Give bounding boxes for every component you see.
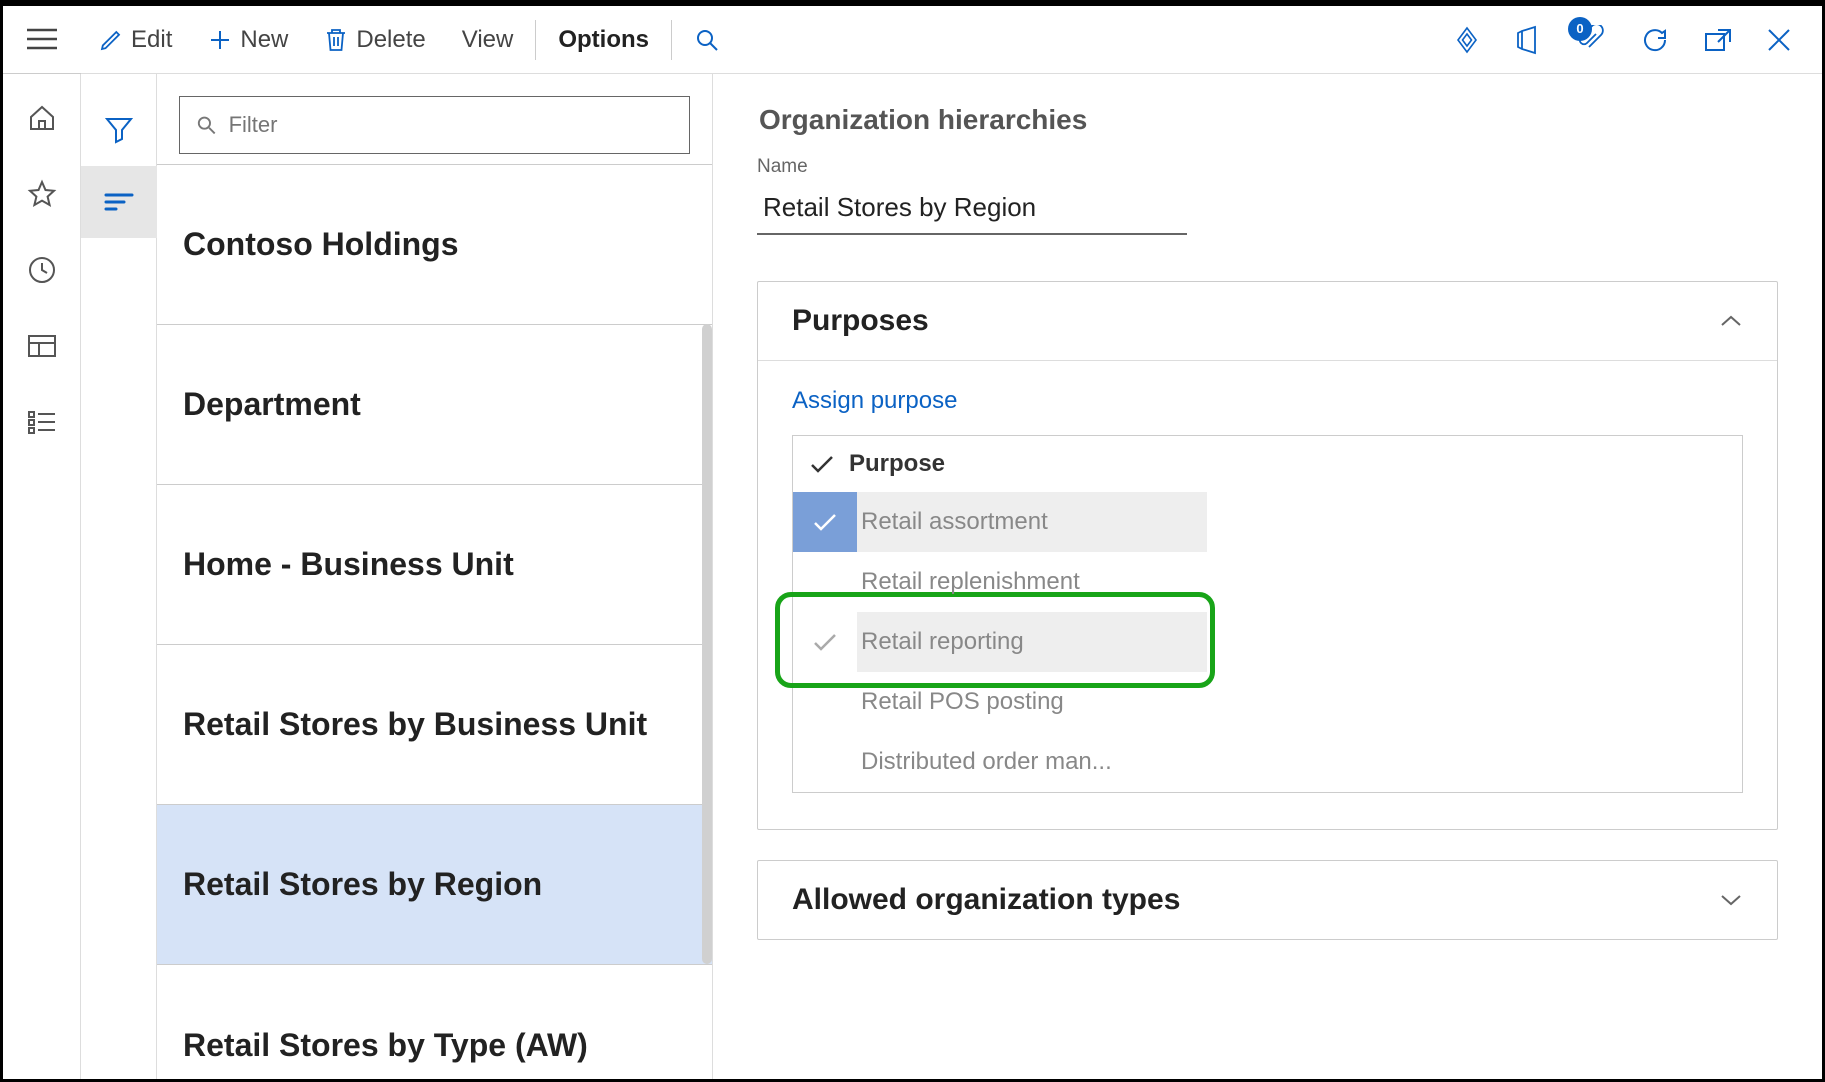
- new-label: New: [240, 26, 288, 54]
- close-button[interactable]: [1766, 27, 1792, 53]
- power-apps-icon: [1452, 25, 1482, 55]
- nav-home[interactable]: [18, 94, 66, 142]
- sort-pane-button[interactable]: [81, 166, 157, 238]
- list-item-label: Department: [183, 386, 361, 423]
- plus-icon: [208, 28, 232, 52]
- list-item[interactable]: Retail Stores by Region: [157, 805, 712, 965]
- filter-pane-button[interactable]: [81, 94, 157, 166]
- list-item[interactable]: Department: [157, 325, 712, 485]
- options-label: Options: [558, 26, 649, 54]
- office-icon: [1516, 25, 1542, 55]
- power-apps-button[interactable]: [1452, 25, 1482, 55]
- purposes-header[interactable]: Purposes: [758, 282, 1777, 360]
- record-list-panel: Contoso Holdings Department Home - Busin…: [157, 74, 713, 1079]
- purposes-grid: Purpose Retail assortment Retail repleni…: [792, 435, 1743, 793]
- grid-row[interactable]: Retail POS posting: [793, 672, 1742, 732]
- view-label: View: [462, 26, 514, 54]
- grid-row[interactable]: Retail assortment: [793, 492, 1742, 552]
- purpose-label: Retail reporting: [857, 628, 1024, 656]
- hamburger-button[interactable]: [3, 6, 81, 74]
- options-button[interactable]: Options: [540, 6, 667, 74]
- filter-input[interactable]: [227, 111, 673, 139]
- chevron-down-icon: [1719, 892, 1743, 908]
- record-list: Contoso Holdings Department Home - Busin…: [157, 164, 712, 1079]
- separator: [671, 20, 672, 60]
- popout-button[interactable]: [1704, 28, 1732, 52]
- edit-button[interactable]: Edit: [81, 6, 190, 74]
- command-bar: Edit New Delete View Options: [3, 6, 1822, 74]
- refresh-icon: [1640, 25, 1670, 55]
- home-icon: [27, 103, 57, 133]
- attachments-button[interactable]: 0: [1576, 25, 1606, 55]
- check-icon: [812, 632, 838, 652]
- nav-recent[interactable]: [18, 246, 66, 294]
- clock-icon: [27, 255, 57, 285]
- attachments-badge: 0: [1568, 17, 1592, 41]
- check-icon: [809, 454, 835, 474]
- nav-workspaces[interactable]: [18, 322, 66, 370]
- search-icon: [196, 114, 217, 136]
- list-item[interactable]: Retail Stores by Type (AW): [157, 965, 712, 1079]
- check-icon: [812, 512, 838, 532]
- list-item-label: Retail Stores by Region: [183, 866, 542, 903]
- delete-label: Delete: [356, 26, 425, 54]
- purpose-label: Retail replenishment: [857, 568, 1080, 596]
- purpose-column-header[interactable]: Purpose: [849, 450, 945, 478]
- funnel-icon: [104, 115, 134, 145]
- chevron-up-icon: [1719, 313, 1743, 329]
- grid-header-row: Purpose: [793, 436, 1742, 492]
- sort-icon: [104, 191, 134, 213]
- grid-row[interactable]: Retail reporting: [793, 612, 1742, 672]
- separator: [535, 20, 536, 60]
- allowed-types-title: Allowed organization types: [792, 883, 1180, 917]
- purposes-title: Purposes: [792, 304, 929, 338]
- list-item[interactable]: Retail Stores by Business Unit: [157, 645, 712, 805]
- purposes-section: Purposes Assign purpose Purpose Retail a…: [757, 281, 1778, 830]
- edit-label: Edit: [131, 26, 172, 54]
- find-button[interactable]: [676, 6, 738, 74]
- list-item[interactable]: Contoso Holdings: [157, 165, 712, 325]
- hamburger-icon: [27, 27, 57, 51]
- scrollbar[interactable]: [702, 324, 712, 964]
- popout-icon: [1704, 28, 1732, 52]
- workspace-icon: [27, 334, 57, 358]
- assign-purpose-link[interactable]: Assign purpose: [792, 387, 957, 414]
- allowed-types-header[interactable]: Allowed organization types: [758, 861, 1777, 939]
- list-item-label: Contoso Holdings: [183, 226, 459, 263]
- modules-icon: [27, 410, 57, 434]
- nav-rail: [3, 74, 81, 1079]
- office-button[interactable]: [1516, 25, 1542, 55]
- purpose-label: Retail assortment: [857, 508, 1048, 536]
- list-item-label: Retail Stores by Type (AW): [183, 1027, 588, 1064]
- delete-button[interactable]: Delete: [306, 6, 443, 74]
- trash-icon: [324, 27, 348, 53]
- view-button[interactable]: View: [444, 6, 532, 74]
- detail-panel: Organization hierarchies Name Retail Sto…: [713, 74, 1822, 1079]
- star-icon: [27, 179, 57, 209]
- grid-row[interactable]: Retail replenishment: [793, 552, 1742, 612]
- close-icon: [1766, 27, 1792, 53]
- filter-field[interactable]: [179, 96, 690, 154]
- list-tools: [81, 74, 157, 1079]
- new-button[interactable]: New: [190, 6, 306, 74]
- list-item-label: Retail Stores by Business Unit: [183, 706, 647, 743]
- allowed-types-section: Allowed organization types: [757, 860, 1778, 940]
- search-icon: [694, 27, 720, 53]
- page-title: Organization hierarchies: [759, 104, 1778, 136]
- nav-modules[interactable]: [18, 398, 66, 446]
- purpose-label: Distributed order man...: [857, 748, 1112, 776]
- grid-row[interactable]: Distributed order man...: [793, 732, 1742, 792]
- nav-favorites[interactable]: [18, 170, 66, 218]
- list-item[interactable]: Home - Business Unit: [157, 485, 712, 645]
- list-item-label: Home - Business Unit: [183, 546, 514, 583]
- name-label: Name: [757, 156, 1778, 178]
- name-field[interactable]: Retail Stores by Region: [757, 184, 1187, 235]
- pencil-icon: [99, 28, 123, 52]
- purpose-label: Retail POS posting: [857, 688, 1064, 716]
- refresh-button[interactable]: [1640, 25, 1670, 55]
